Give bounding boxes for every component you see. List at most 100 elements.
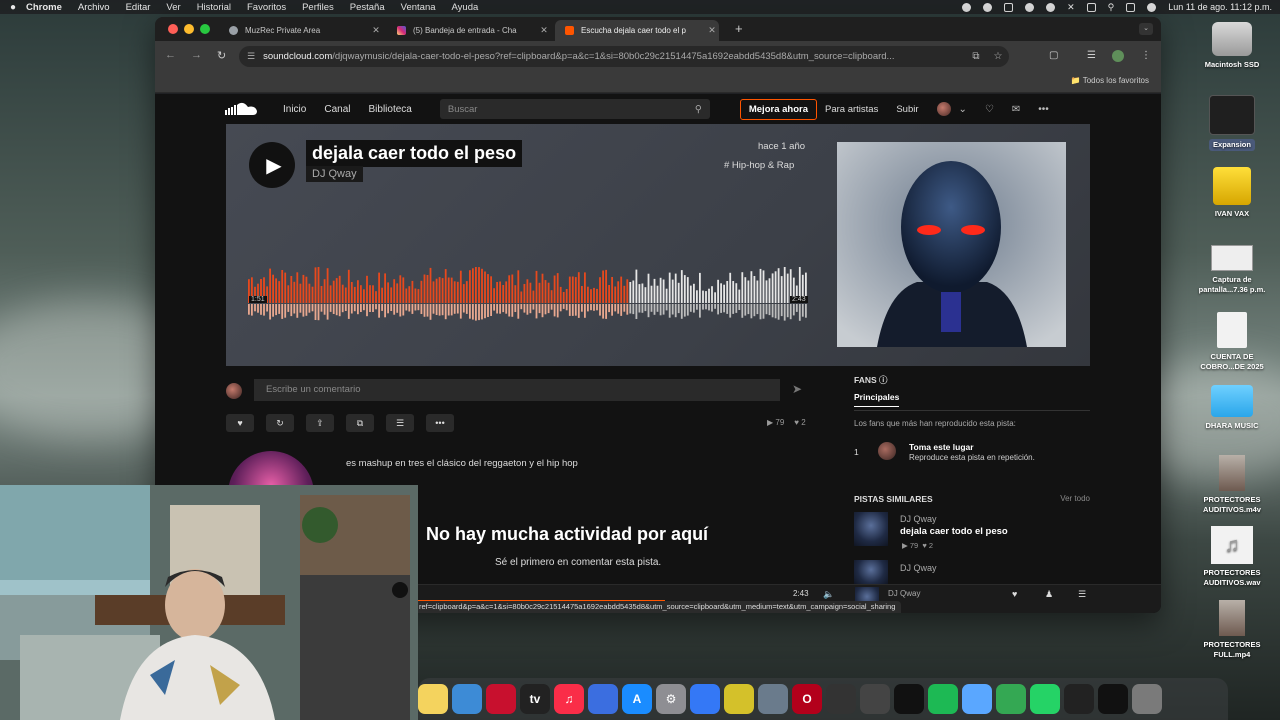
volume-icon[interactable]: 🔈	[823, 589, 834, 600]
tab-soundcloud[interactable]: Escucha dejala caer todo el p ✕	[555, 20, 719, 41]
maximize-window-button[interactable]	[200, 24, 210, 34]
utility-icon[interactable]	[758, 684, 788, 714]
menu-pestana[interactable]: Pestaña	[350, 2, 385, 13]
control-center-icon[interactable]	[1126, 2, 1136, 12]
fan-title[interactable]: Toma este lugar	[909, 442, 974, 452]
spotify-icon[interactable]	[928, 684, 958, 714]
close-tab-icon[interactable]: ✕	[705, 25, 719, 36]
close-window-button[interactable]	[168, 24, 178, 34]
menu-perfiles[interactable]: Perfiles	[302, 2, 334, 13]
menu-archivo[interactable]: Archivo	[78, 2, 110, 13]
menu-historial[interactable]: Historial	[197, 2, 231, 13]
reload-icon[interactable]: ↻	[217, 49, 226, 62]
comment-input[interactable]: Escribe un comentario	[254, 379, 780, 401]
genre-tag[interactable]: # Hip-hop & Rap	[724, 160, 794, 171]
player-artist[interactable]: DJ Qway	[888, 589, 920, 598]
close-tab-icon[interactable]: ✕	[537, 25, 551, 36]
tab-principales[interactable]: Principales	[854, 392, 900, 407]
music-icon[interactable]: ♫	[554, 684, 584, 714]
desktop-icon-captura[interactable]: Captura de pantalla...7.36 p.m.	[1187, 245, 1277, 295]
share-button[interactable]: ⇪	[306, 414, 334, 432]
for-artists-link[interactable]: Para artistas	[825, 104, 878, 115]
menu-favoritos[interactable]: Favoritos	[247, 2, 286, 13]
finder-alt-icon[interactable]	[690, 684, 720, 714]
settings-icon[interactable]: ⚙	[656, 684, 686, 714]
play-button[interactable]: ▶	[249, 142, 295, 188]
capcut-icon[interactable]	[1098, 684, 1128, 714]
siri-icon[interactable]	[1147, 2, 1157, 12]
desktop-icon-protectores-m4v[interactable]: PROTECTORES AUDITIVOS.m4v	[1187, 455, 1277, 515]
close-tab-icon[interactable]: ✕	[369, 25, 383, 36]
track-artist[interactable]: DJ Qway	[306, 166, 363, 182]
davinci-icon[interactable]	[486, 684, 516, 714]
menu-editar[interactable]: Editar	[126, 2, 151, 13]
trash-icon[interactable]	[1132, 684, 1162, 714]
upload-link[interactable]: Subir	[896, 104, 918, 115]
nav-library[interactable]: Biblioteca	[369, 104, 412, 115]
tab-search-icon[interactable]: ⌄	[1139, 23, 1153, 35]
waveform[interactable]	[248, 267, 808, 323]
more-options-icon[interactable]: •••	[1038, 104, 1049, 115]
audio-tool-icon[interactable]	[826, 684, 856, 714]
send-comment-icon[interactable]: ➤	[792, 382, 802, 396]
menu-ventana[interactable]: Ventana	[401, 2, 436, 13]
tab-bandeja[interactable]: (5) Bandeja de entrada - Cha ✕	[387, 20, 551, 41]
extensions-icon[interactable]: ▢	[1049, 50, 1058, 61]
nav-home[interactable]: Inicio	[283, 104, 306, 115]
logic-icon[interactable]	[724, 684, 754, 714]
wifi-off-icon[interactable]: ✕	[1067, 2, 1075, 13]
whatsapp-icon[interactable]	[1030, 684, 1060, 714]
freeform-icon[interactable]	[452, 684, 482, 714]
similar-track-artwork[interactable]	[854, 512, 888, 546]
messages-envelope-icon[interactable]: ✉	[1012, 104, 1020, 115]
add-to-playlist-button[interactable]: ☰	[386, 414, 414, 432]
soundcloud-logo-icon[interactable]	[225, 102, 259, 116]
desktop-icon-protectores-mp4[interactable]: PROTECTORES FULL.mp4	[1187, 600, 1277, 660]
appletv-icon[interactable]: tv	[520, 684, 550, 714]
menu-ayuda[interactable]: Ayuda	[452, 2, 479, 13]
nav-feed[interactable]: Canal	[324, 104, 350, 115]
search-spotlight-icon[interactable]: ⚲	[1108, 2, 1115, 13]
battery-icon[interactable]	[1086, 2, 1096, 12]
like-button[interactable]: ♥	[226, 414, 254, 432]
menu-ver[interactable]: Ver	[166, 2, 180, 13]
tab-muzrec[interactable]: MuzRec Private Area ✕	[219, 20, 383, 41]
apple-icon[interactable]: ●	[0, 2, 26, 13]
status-screen-icon[interactable]	[1004, 2, 1014, 12]
repost-button[interactable]: ↻	[266, 414, 294, 432]
desktop-icon-macintosh-ssd[interactable]: Macintosh SSD	[1187, 22, 1277, 70]
view-all-link[interactable]: Ver todo	[1060, 494, 1090, 503]
all-bookmarks-folder[interactable]: 📁 Todos los favoritos	[1071, 76, 1149, 85]
minimize-window-button[interactable]	[184, 24, 194, 34]
notifications-bell-icon[interactable]: ♡	[985, 104, 994, 115]
desktop-icon-dhara-music[interactable]: DHARA MUSIC	[1187, 385, 1277, 431]
notes-icon[interactable]	[418, 684, 448, 714]
search-input[interactable]: Buscar ⚲	[439, 99, 710, 119]
copy-link-button[interactable]: ⧉	[346, 414, 374, 432]
address-bar[interactable]: ☰ soundcloud.com/djqwaymusic/dejala-caer…	[239, 46, 1009, 67]
more-actions-button[interactable]: •••	[426, 414, 454, 432]
opera-icon[interactable]: O	[792, 684, 822, 714]
new-tab-button[interactable]: +	[735, 21, 743, 36]
more-menu-icon[interactable]: ⋮	[1141, 50, 1151, 61]
back-icon[interactable]: ←	[165, 49, 176, 61]
ableton-icon[interactable]	[894, 684, 924, 714]
search-icon[interactable]: ⚲	[695, 104, 702, 115]
forward-icon[interactable]: →	[191, 49, 202, 61]
info-icon[interactable]: ⓘ	[879, 375, 888, 385]
status-time-icon[interactable]	[1046, 2, 1056, 12]
desktop-icon-expansion[interactable]: Expansion	[1187, 95, 1277, 151]
similar-track-artwork[interactable]	[854, 560, 888, 584]
similar-track-artist[interactable]: DJ Qway	[900, 563, 937, 573]
similar-track-artist[interactable]: DJ Qway	[900, 514, 937, 524]
profile-avatar[interactable]	[1112, 50, 1124, 62]
site-settings-icon[interactable]: ☰	[247, 51, 255, 62]
menu-app-name[interactable]: Chrome	[26, 2, 62, 13]
voice-memos-icon[interactable]	[588, 684, 618, 714]
finder-icon[interactable]	[962, 684, 992, 714]
app-store-icon[interactable]: A	[622, 684, 652, 714]
player-follow-icon[interactable]: ♟	[1045, 589, 1053, 600]
chevron-down-icon[interactable]: ⌄	[959, 104, 967, 115]
chrome-icon[interactable]	[996, 684, 1026, 714]
status-record-icon[interactable]	[983, 2, 993, 12]
